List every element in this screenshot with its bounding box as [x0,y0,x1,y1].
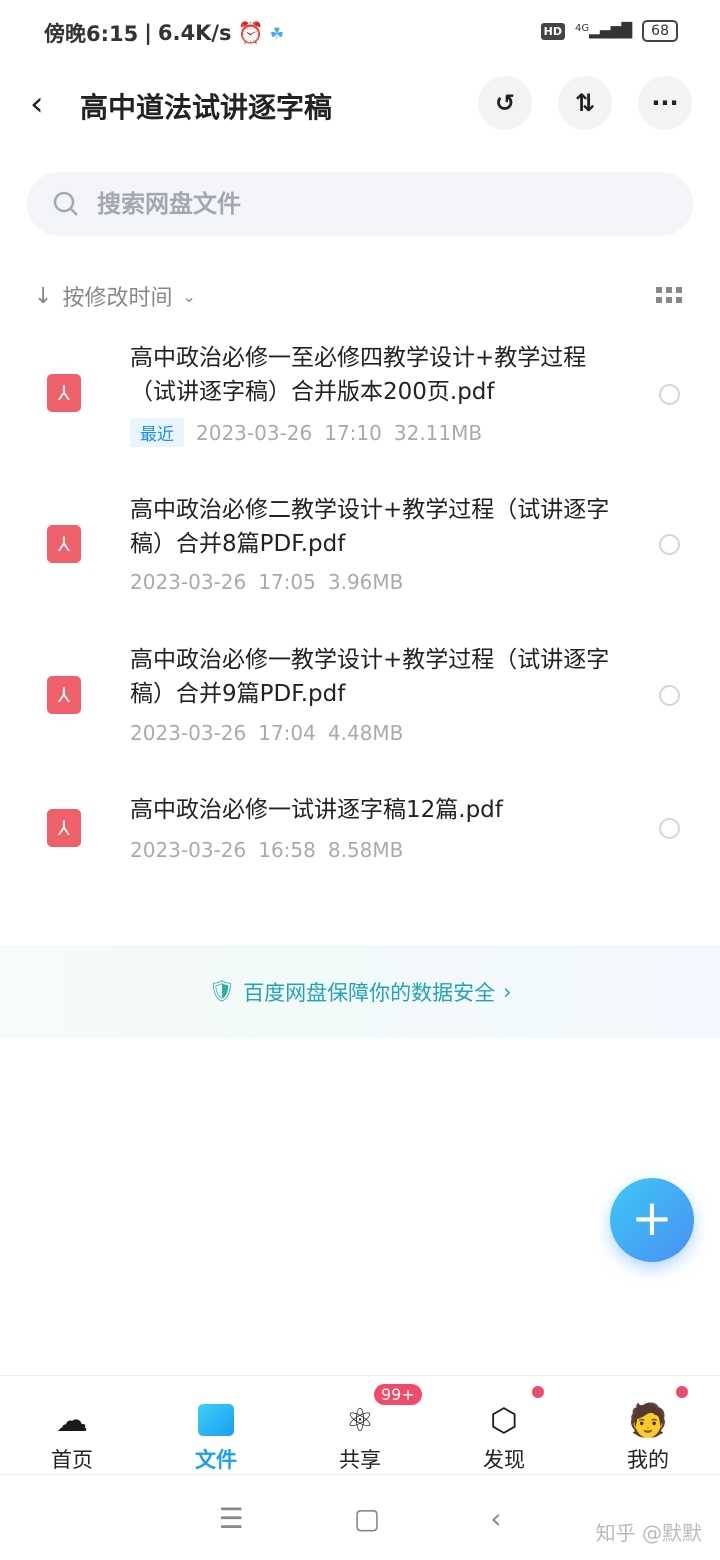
recent-tag: 最近 [130,418,184,447]
status-bar-right: HD 4G▂▄▆█ 68 [540,20,678,42]
arrow-down-icon: ↓ [34,283,53,309]
select-radio[interactable] [659,818,680,839]
signal-icon: 4G▂▄▆█ [574,23,633,39]
hd-icon: HD [540,22,565,40]
more-icon: ··· [651,89,679,117]
alarm-icon: ⏰ [237,20,264,45]
bottom-tab-bar: ☁ 首页 文件 ⚛ 99+ 共享 ⬡ 发现 🧑 我的 [0,1375,720,1475]
file-meta: 2023-03-26 17:04 4.48MB [130,721,404,745]
pdf-icon: ⅄ [47,525,81,563]
network-speed: 6.4K/s [157,21,232,45]
select-radio[interactable] [659,384,680,405]
cloud-icon: ☁ [56,1401,88,1439]
tab-label: 共享 [339,1448,381,1472]
file-name: 高中政治必修二教学设计+教学过程（试讲逐字稿）合并8篇PDF.pdf [130,497,610,557]
pdf-icon: ⅄ [47,676,81,714]
tab-label: 首页 [51,1448,93,1472]
tab-home[interactable]: ☁ 首页 [0,1376,144,1474]
pdf-icon: ⅄ [47,374,81,412]
history-icon: ↺ [494,89,516,117]
sort-dropdown[interactable]: ↓ 按修改时间 ⌄ [34,280,196,312]
history-button[interactable]: ↺ [478,76,532,130]
tab-discover[interactable]: ⬡ 发现 [432,1376,576,1474]
discover-hexagon-icon: ⬡ [490,1401,518,1439]
select-radio[interactable] [659,534,680,555]
back-nav-icon[interactable]: ‹ [490,1502,501,1535]
select-radio[interactable] [659,685,680,706]
search-icon [53,191,78,216]
tab-me[interactable]: 🧑 我的 [576,1376,720,1474]
file-meta: 最近 2023-03-26 17:10 32.11MB [130,418,482,447]
notification-dot [532,1386,544,1398]
banner-text: 百度网盘保障你的数据安全 [243,980,496,1005]
status-time: 傍晚6:15 [44,22,139,46]
file-meta: 2023-03-26 17:05 3.96MB [130,570,404,594]
file-name: 高中政治必修一试讲逐字稿12篇.pdf [130,797,503,823]
sort-icon: ⇅ [574,89,596,117]
notification-badge: 99+ [374,1384,422,1405]
file-meta: 2023-03-26 16:58 8.58MB [130,838,404,862]
add-button[interactable]: + [610,1178,694,1262]
file-name: 高中政治必修一教学设计+教学过程（试讲逐字稿）合并9篇PDF.pdf [130,647,610,707]
shield-icon: 🛡 [208,979,236,1003]
share-orbit-icon: ⚛ [345,1401,375,1439]
battery-icon: 68 [642,20,678,42]
tab-label: 我的 [627,1448,669,1472]
back-button[interactable]: ‹ [30,84,44,124]
search-input[interactable] [97,190,597,218]
page-title: 高中道法试讲逐字稿 [80,91,333,124]
baidu-netdisk-icon: ☘ [269,23,285,43]
sort-button[interactable]: ⇅ [558,76,612,130]
chevron-right-icon: › [503,979,512,1004]
more-button[interactable]: ··· [638,76,692,130]
chevron-down-icon: ⌄ [182,286,196,306]
tab-files[interactable]: 文件 [144,1376,288,1474]
pdf-icon: ⅄ [47,809,81,847]
tab-share[interactable]: ⚛ 99+ 共享 [288,1376,432,1474]
tab-label: 发现 [483,1448,525,1472]
search-bar[interactable] [27,172,693,236]
security-banner[interactable]: 🛡 百度网盘保障你的数据安全 › [0,945,720,1038]
grid-view-button[interactable] [656,287,682,303]
status-bar-left: 傍晚6:15 | 6.4K/s ⏰ ☘ [44,18,284,48]
folder-icon [196,1400,236,1440]
avatar: 🧑 [628,1401,668,1439]
menu-icon[interactable]: ☰ [219,1502,244,1535]
file-name: 高中政治必修一至必修四教学设计+教学过程（试讲逐字稿）合并版本200页.pdf [130,345,587,405]
tab-label: 文件 [195,1448,237,1472]
home-square-icon[interactable]: ▢ [354,1502,380,1535]
notification-dot [676,1386,688,1398]
sort-label: 按修改时间 [62,286,173,311]
watermark: 知乎 @默默 [595,1521,702,1545]
